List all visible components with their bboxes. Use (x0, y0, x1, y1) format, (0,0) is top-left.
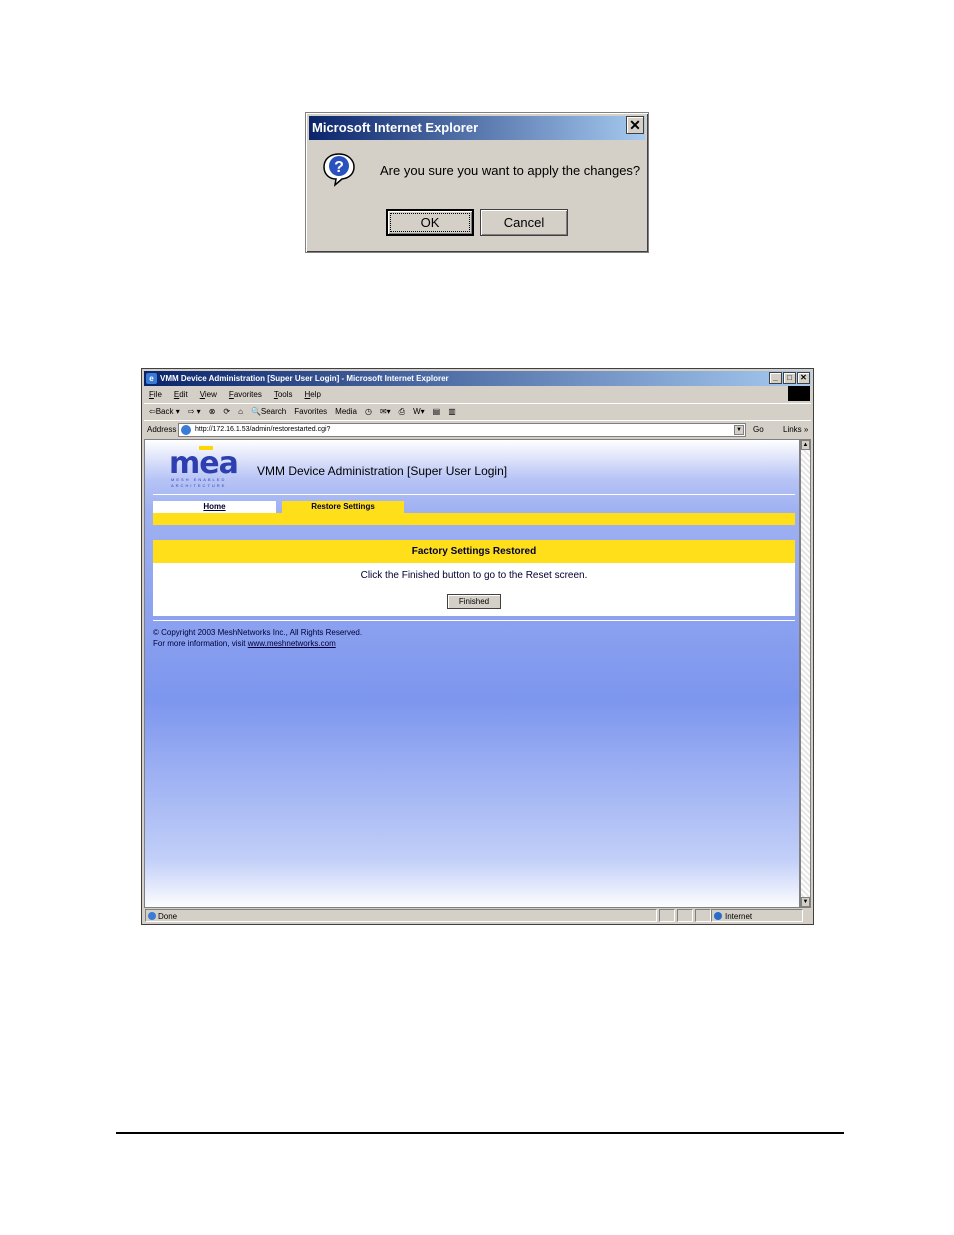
footer-rule (116, 1132, 844, 1134)
divider (153, 494, 795, 495)
menu-help[interactable]: Help (305, 387, 321, 403)
svg-text:?: ? (334, 159, 344, 176)
address-value: http://172.16.1.53/admin/restorestarted.… (195, 426, 331, 433)
close-window-button[interactable]: ✕ (797, 372, 810, 384)
media-button[interactable]: Media (335, 404, 357, 420)
tab-restore-settings[interactable]: Restore Settings (282, 501, 404, 513)
minimize-button[interactable]: _ (769, 372, 782, 384)
history-button[interactable]: ◷ (365, 404, 372, 420)
maximize-button[interactable]: □ (783, 372, 796, 384)
address-dropdown-icon[interactable]: ▼ (734, 425, 744, 435)
status-cell (659, 909, 675, 922)
more-info-line: For more information, visit www.meshnetw… (153, 638, 362, 649)
address-label: Address (147, 425, 177, 434)
status-bar: Done Internet (144, 909, 811, 923)
window-title: VMM Device Administration [Super User Lo… (160, 374, 449, 383)
menu-bar: File Edit View Favorites Tools Help (144, 387, 811, 403)
page-icon (181, 425, 191, 435)
security-zone: Internet (711, 909, 803, 922)
ok-button-label: OK (390, 213, 470, 232)
confirm-dialog: Microsoft Internet Explorer ✕ ? Are you … (305, 112, 649, 253)
address-bar: Address http://172.16.1.53/admin/restore… (144, 420, 811, 438)
go-button[interactable]: Go (753, 421, 764, 438)
links-button[interactable]: Links » (783, 421, 808, 438)
messenger-button[interactable]: ▥ (448, 404, 456, 420)
menu-edit[interactable]: Edit (174, 387, 188, 403)
mail-button[interactable]: ✉▾ (380, 404, 391, 420)
scroll-up-icon[interactable]: ▲ (801, 440, 810, 450)
status-cell (695, 909, 711, 922)
panel-title: Factory Settings Restored (153, 540, 795, 563)
mea-logo: mea (169, 446, 239, 481)
menu-tools[interactable]: Tools (274, 387, 293, 403)
more-info-text: For more information, visit (153, 639, 248, 648)
refresh-button[interactable]: ⟳ (223, 404, 230, 420)
status-cell (677, 909, 693, 922)
menu-view[interactable]: View (200, 387, 217, 403)
menu-favorites[interactable]: Favorites (229, 387, 262, 403)
tab-home[interactable]: Home (153, 501, 276, 513)
stop-button[interactable]: ⊗ (209, 404, 216, 420)
favorites-button[interactable]: Favorites (294, 404, 327, 420)
copyright-text: © Copyright 2003 MeshNetworks Inc., All … (153, 627, 362, 649)
vertical-scrollbar[interactable]: ▲ ▼ (800, 439, 811, 908)
copyright-line: © Copyright 2003 MeshNetworks Inc., All … (153, 628, 363, 637)
home-button[interactable]: ⌂ (238, 404, 243, 420)
forward-button[interactable]: ⇨ ▾ (188, 404, 201, 420)
search-button[interactable]: 🔍Search (251, 404, 286, 420)
ok-button[interactable]: OK (386, 209, 474, 236)
toolbar: ⇦Back ▾ ⇨ ▾ ⊗ ⟳ ⌂ 🔍Search Favorites Medi… (144, 403, 811, 420)
browser-window: e VMM Device Administration [Super User … (141, 368, 814, 925)
finished-button[interactable]: Finished (447, 594, 501, 609)
divider (153, 620, 795, 621)
globe-icon (714, 912, 722, 920)
window-title-bar: e VMM Device Administration [Super User … (144, 371, 811, 386)
scroll-down-icon[interactable]: ▼ (801, 897, 810, 907)
discuss-button[interactable]: ▤ (433, 404, 441, 420)
status-cells (659, 909, 711, 922)
address-input[interactable]: http://172.16.1.53/admin/restorestarted.… (178, 423, 746, 437)
tab-underline (153, 513, 795, 525)
panel-message: Click the Finished button to go to the R… (360, 570, 588, 581)
ie-icon: e (146, 373, 157, 384)
edit-button[interactable]: W▾ (413, 404, 425, 420)
page-title: VMM Device Administration [Super User Lo… (257, 464, 508, 478)
cancel-button[interactable]: Cancel (480, 209, 568, 236)
meshnetworks-link[interactable]: www.meshnetworks.com (248, 639, 336, 648)
question-icon: ? (323, 153, 355, 187)
page-content: mea MESH ENABLED ARCHITECTURE VMM Device… (144, 439, 800, 908)
status-text-area: Done (145, 909, 657, 922)
dialog-close-button[interactable]: ✕ (626, 116, 644, 134)
zone-text: Internet (725, 912, 753, 921)
panel-body: Click the Finished button to go to the R… (153, 563, 795, 616)
dialog-title: Microsoft Internet Explorer (309, 116, 645, 140)
logo-subtext: MESH ENABLED ARCHITECTURE (171, 477, 227, 488)
menu-file[interactable]: File (149, 387, 162, 403)
windows-logo (788, 386, 810, 401)
print-button[interactable]: ⎙ (399, 404, 405, 420)
status-text: Done (158, 912, 178, 921)
back-button[interactable]: ⇦Back ▾ (149, 404, 180, 420)
tab-bar: Home Restore Settings (153, 501, 795, 513)
page-icon (148, 912, 156, 920)
dialog-message: Are you sure you want to apply the chang… (380, 163, 641, 178)
